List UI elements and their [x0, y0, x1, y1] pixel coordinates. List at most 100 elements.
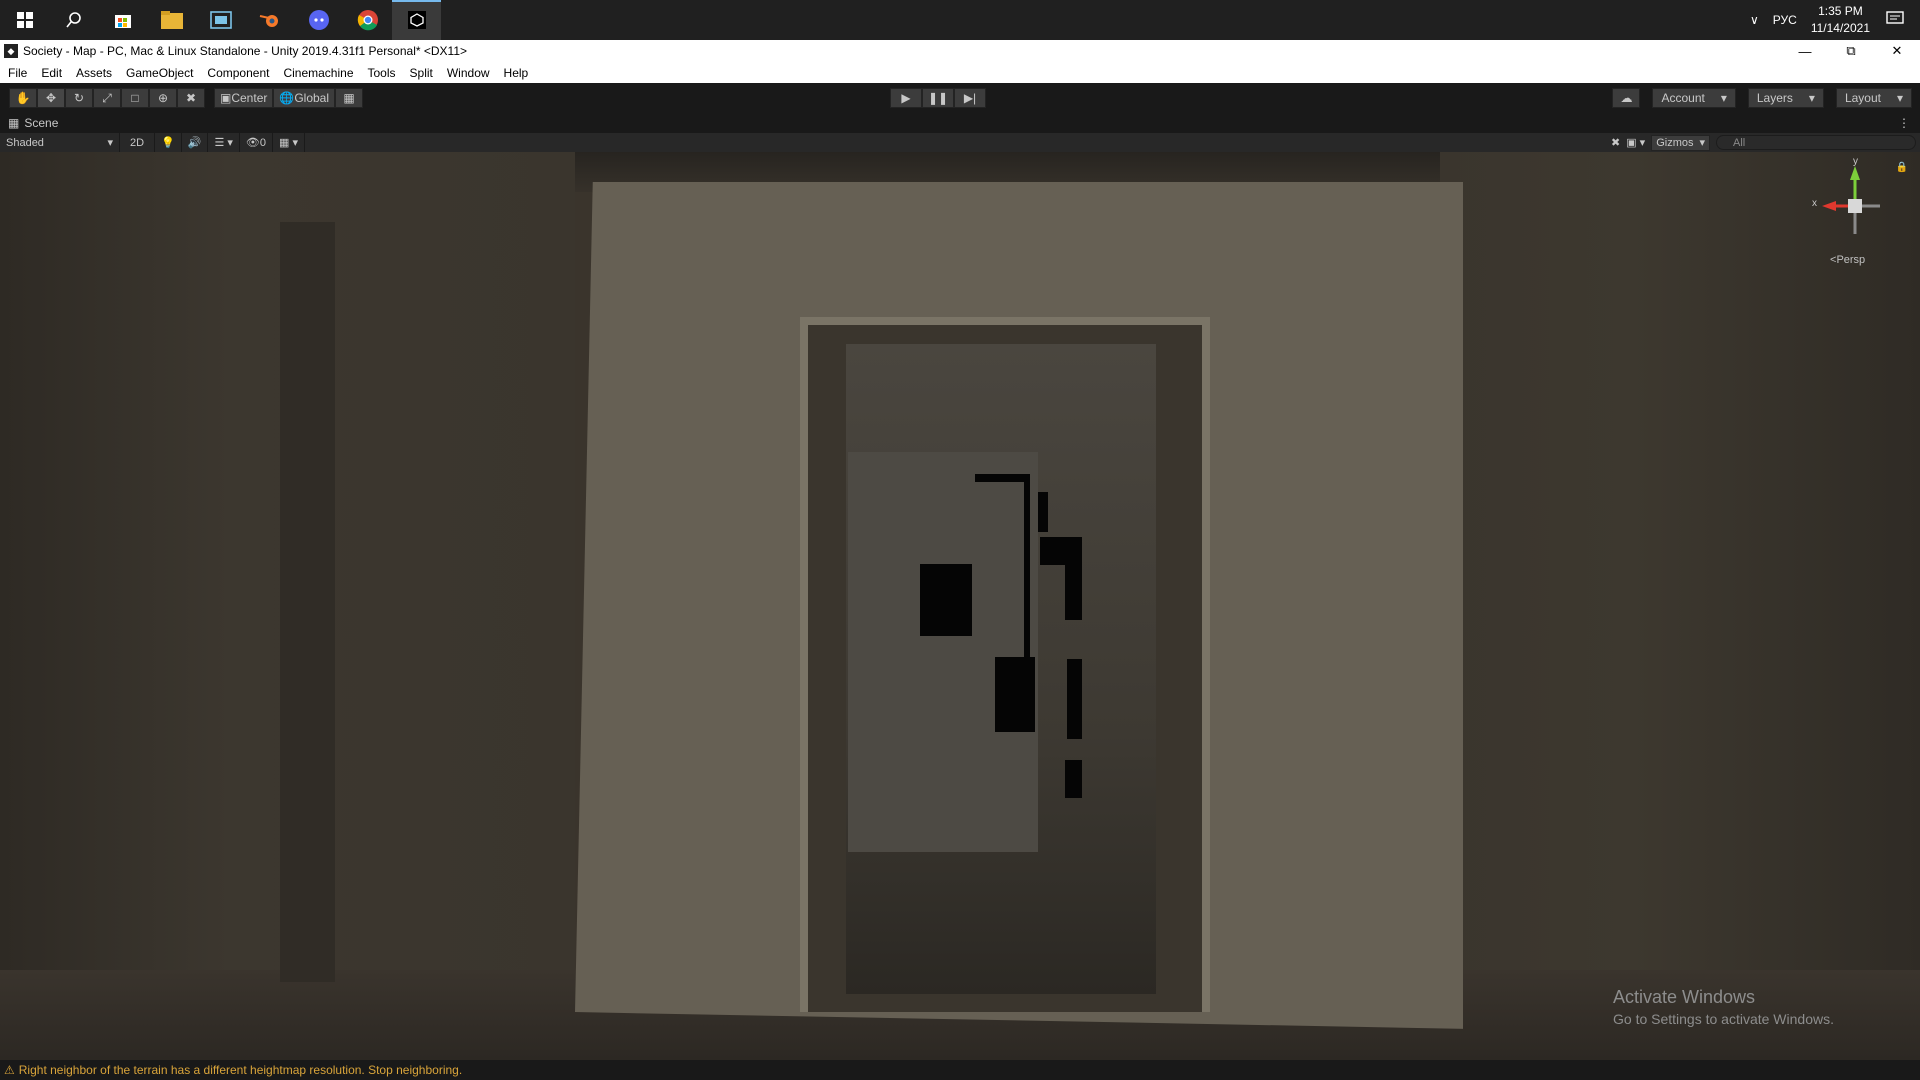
- grid-snap-icon[interactable]: ▦: [335, 88, 364, 108]
- scene-dark-patch: [1065, 760, 1082, 798]
- unity-logo-icon: ◆: [4, 44, 18, 58]
- dropdown-arrow-icon: ▾: [1808, 91, 1815, 105]
- media-app-icon[interactable]: [196, 0, 245, 40]
- menu-file[interactable]: File: [8, 66, 27, 80]
- store-icon[interactable]: [98, 0, 147, 40]
- pivot-icon: ▣: [220, 91, 232, 105]
- clock-time: 1:35 PM: [1818, 4, 1863, 18]
- account-label: Account: [1661, 91, 1705, 105]
- scene-dark-patch: [995, 657, 1035, 732]
- scene-grid-icon: ▦: [8, 116, 20, 130]
- pivot-label: Center: [231, 91, 268, 105]
- menu-help[interactable]: Help: [504, 66, 529, 80]
- status-bar[interactable]: ⚠ Right neighbor of the terrain has a di…: [0, 1060, 1920, 1080]
- menu-split[interactable]: Split: [410, 66, 433, 80]
- menu-window[interactable]: Window: [447, 66, 490, 80]
- notification-icon[interactable]: [1886, 10, 1904, 30]
- minimize-button[interactable]: —: [1782, 40, 1828, 62]
- clock[interactable]: 1:35 PM 11/14/2021: [1811, 3, 1870, 37]
- discord-icon[interactable]: [294, 0, 343, 40]
- more-options-icon[interactable]: ⋮: [1898, 116, 1910, 130]
- global-space-button[interactable]: 🌐 Global: [273, 88, 336, 108]
- layout-dropdown[interactable]: Layout ▾: [1835, 88, 1912, 108]
- hidden-objects-toggle[interactable]: 👁 0: [240, 133, 274, 152]
- watermark-title: Activate Windows: [1613, 987, 1756, 1007]
- scene-dark-patch: [975, 474, 1029, 482]
- file-explorer-icon[interactable]: [147, 0, 196, 40]
- scene-dark-patch: [1038, 492, 1048, 532]
- hidden-count: 0: [259, 136, 267, 149]
- account-dropdown[interactable]: Account ▾: [1652, 88, 1736, 108]
- menu-gameobject[interactable]: GameObject: [126, 66, 193, 80]
- transform-tools: ✋ ✥ ↻ ⤢ □ ⊕ ✖: [9, 88, 205, 108]
- taskbar: ∨ РУС 1:35 PM 11/14/2021: [0, 0, 1920, 40]
- clock-date: 11/14/2021: [1810, 21, 1870, 35]
- gizmos-dropdown[interactable]: Gizmos ▾: [1651, 134, 1710, 151]
- pause-button[interactable]: ❚❚: [922, 88, 954, 108]
- transform-tool-icon[interactable]: ⊕: [149, 88, 177, 108]
- menu-component[interactable]: Component: [207, 66, 269, 80]
- menu-tools[interactable]: Tools: [368, 66, 396, 80]
- restore-button[interactable]: ⧉: [1828, 40, 1874, 62]
- tools-icon[interactable]: ✖: [1611, 136, 1620, 149]
- play-controls: ▶ ❚❚ ▶|: [890, 88, 986, 108]
- play-button[interactable]: ▶: [890, 88, 922, 108]
- scene-dark-patch: [1024, 474, 1030, 664]
- audio-toggle-icon[interactable]: 🔊: [182, 133, 209, 152]
- menu-assets[interactable]: Assets: [76, 66, 112, 80]
- lock-icon[interactable]: 🔒: [1896, 162, 1908, 173]
- shading-label: Shaded: [6, 136, 44, 149]
- dropdown-arrow-icon: ▾: [1699, 137, 1705, 149]
- scene-dark-patch: [1065, 565, 1082, 620]
- scene-toolbar: Shaded ▾ 2D 💡 🔊 ☰ ▾ 👁 0 ▦ ▾ ✖ ▣ ▾ Gizmos…: [0, 133, 1920, 152]
- unity-icon[interactable]: [392, 0, 441, 40]
- layout-label: Layout: [1844, 91, 1881, 105]
- effects-toggle-icon[interactable]: ☰ ▾: [208, 133, 240, 152]
- scene-viewport[interactable]: y x <Persp 🔒 Activate Windows Go to Sett…: [0, 152, 1920, 1060]
- shading-mode-dropdown[interactable]: Shaded ▾: [0, 133, 120, 152]
- tab-scene[interactable]: Scene: [24, 116, 58, 130]
- grid-toggle-icon[interactable]: ▦ ▾: [273, 133, 305, 152]
- menu-edit[interactable]: Edit: [41, 66, 62, 80]
- perspective-label[interactable]: <Persp: [1830, 254, 1865, 266]
- chevron-up-icon[interactable]: ∨: [1750, 13, 1759, 27]
- blender-icon[interactable]: [245, 0, 294, 40]
- language-indicator[interactable]: РУС: [1773, 13, 1797, 27]
- layers-label: Layers: [1756, 91, 1793, 105]
- scene-inner-wall: [848, 452, 1038, 852]
- camera-icon[interactable]: ▣ ▾: [1626, 136, 1645, 149]
- eye-hidden-icon: 👁: [245, 137, 260, 149]
- activation-watermark: Activate Windows Go to Settings to activ…: [1613, 986, 1834, 1030]
- dropdown-arrow-icon: ▾: [107, 137, 113, 149]
- 2d-label: 2D: [130, 136, 145, 149]
- rect-tool-icon[interactable]: □: [121, 88, 149, 108]
- hand-tool-icon[interactable]: ✋: [9, 88, 37, 108]
- menu-cinemachine[interactable]: Cinemachine: [283, 66, 353, 80]
- persp-text: Persp: [1836, 254, 1866, 266]
- window-title: Society - Map - PC, Mac & Linux Standalo…: [23, 44, 468, 58]
- rotate-tool-icon[interactable]: ↻: [65, 88, 93, 108]
- system-tray: ∨ РУС 1:35 PM 11/14/2021: [1750, 0, 1920, 40]
- scene-search-input[interactable]: All: [1716, 135, 1916, 150]
- 2d-toggle-button[interactable]: 2D: [120, 133, 156, 152]
- search-placeholder: All: [1733, 136, 1746, 149]
- scene-orientation-gizmo[interactable]: y x <Persp: [1812, 156, 1890, 266]
- menu-bar: File Edit Assets GameObject Component Ci…: [0, 62, 1920, 83]
- close-button[interactable]: ✕: [1874, 40, 1920, 62]
- search-icon[interactable]: [49, 0, 98, 40]
- cloud-icon[interactable]: ☁: [1612, 88, 1641, 108]
- dropdown-arrow-icon: ▾: [1720, 91, 1727, 105]
- dropdown-arrow-icon: ▾: [1896, 91, 1903, 105]
- move-tool-icon[interactable]: ✥: [37, 88, 65, 108]
- gizmos-label: Gizmos: [1656, 136, 1694, 149]
- pivot-center-button[interactable]: ▣ Center: [214, 88, 274, 108]
- step-button[interactable]: ▶|: [954, 88, 986, 108]
- custom-tool-icon[interactable]: ✖: [177, 88, 205, 108]
- chrome-icon[interactable]: [343, 0, 392, 40]
- scale-tool-icon[interactable]: ⤢: [93, 88, 121, 108]
- layers-dropdown[interactable]: Layers ▾: [1747, 88, 1824, 108]
- scene-right-wall: [1440, 152, 1920, 1060]
- lighting-toggle-icon[interactable]: 💡: [155, 133, 182, 152]
- windows-start-icon[interactable]: [0, 0, 49, 40]
- axis-y-label: y: [1853, 156, 1858, 167]
